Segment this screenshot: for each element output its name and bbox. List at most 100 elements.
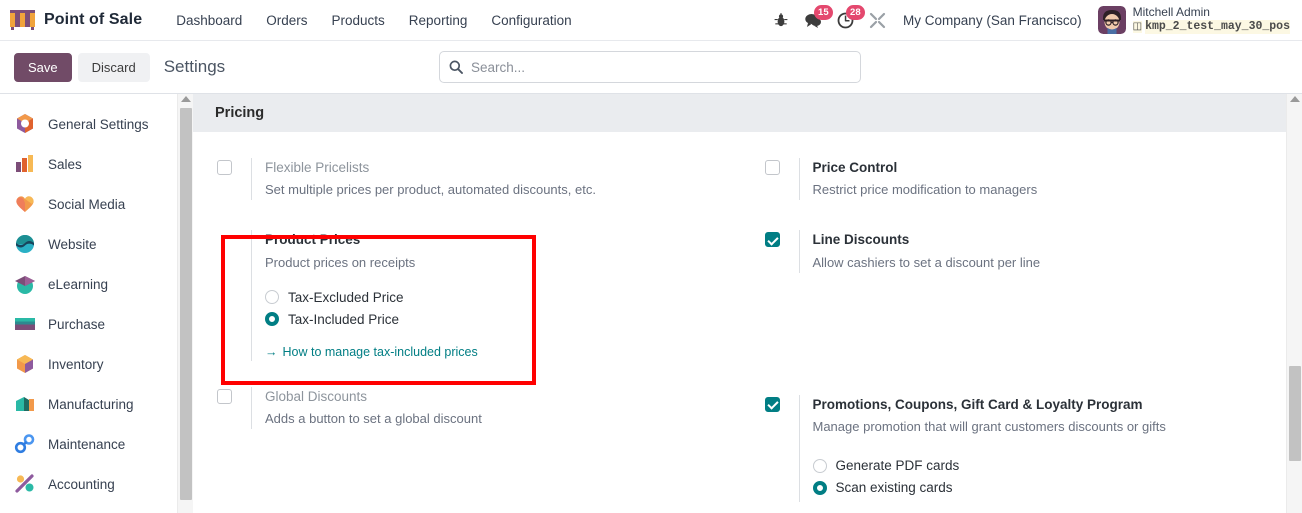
settings-grid-row-1: Flexible Pricelists Set multiple prices … xyxy=(193,158,1302,513)
setting-body: Flexible Pricelists Set multiple prices … xyxy=(251,158,751,201)
setting-description: Allow cashiers to set a discount per lin… xyxy=(812,254,1041,270)
sidebar-item-general-settings[interactable]: General Settings xyxy=(0,104,177,144)
checkbox-wrap xyxy=(764,230,799,248)
settings-col-right: Price Control Restrict price modificatio… xyxy=(751,158,1285,513)
settings-content: Pricing Flexible Pricelists Set multiple… xyxy=(193,94,1302,513)
sidebar-scrollbar[interactable] xyxy=(177,94,193,513)
user-menu[interactable]: Mitchell Admin ◫ kmp_2_test_may_30_pos xyxy=(1092,4,1294,36)
setting-description: Manage promotion that will grant custome… xyxy=(812,419,1166,435)
setting-description: Adds a button to set a global discount xyxy=(265,411,482,427)
activities-clock-icon[interactable]: 28 xyxy=(829,4,865,36)
setting-description: Restrict price modification to managers xyxy=(812,182,1038,198)
social-media-icon xyxy=(16,196,34,212)
flexible-pricelists-checkbox[interactable] xyxy=(217,160,232,175)
setting-flexible-pricelists: Flexible Pricelists Set multiple prices … xyxy=(217,158,751,201)
nav-links: Dashboard Orders Products Reporting Conf… xyxy=(164,7,583,34)
global-discounts-checkbox[interactable] xyxy=(217,388,232,404)
price-control-checkbox[interactable] xyxy=(764,160,780,175)
nav-link-configuration[interactable]: Configuration xyxy=(479,7,583,34)
bug-icon[interactable] xyxy=(765,4,797,36)
setting-price-control: Price Control Restrict price modificatio… xyxy=(764,158,1285,201)
radio-label: Tax-Excluded Price xyxy=(288,289,404,305)
purchase-icon xyxy=(15,318,35,330)
setting-global-discounts: Global Discounts Adds a button to set a … xyxy=(217,386,751,430)
checkbox-wrap xyxy=(217,230,251,232)
section-title-pricing: Pricing xyxy=(193,94,1302,132)
checkbox-wrap xyxy=(764,158,799,175)
setting-title: Promotions, Coupons, Gift Card & Loyalty… xyxy=(812,396,1143,412)
radio-row-tax-excluded[interactable]: Tax-Excluded Price xyxy=(265,290,751,305)
sidebar-item-inventory[interactable]: Inventory xyxy=(0,344,177,384)
setting-description: Product prices on receipts xyxy=(265,254,416,270)
save-button[interactable]: Save xyxy=(14,52,72,82)
tax-included-radio[interactable] xyxy=(265,312,279,327)
setting-title: Flexible Pricelists xyxy=(265,160,370,175)
sidebar-item-accounting[interactable]: Accounting xyxy=(0,464,177,504)
promotions-checkbox[interactable] xyxy=(764,396,780,412)
nav-link-orders[interactable]: Orders xyxy=(254,7,319,34)
setting-body: Promotions, Coupons, Gift Card & Loyalty… xyxy=(798,394,1285,503)
radio-label: Scan existing cards xyxy=(835,480,953,496)
checkbox-wrap xyxy=(217,387,251,404)
nav-link-products[interactable]: Products xyxy=(320,7,397,34)
sidebar-item-purchase[interactable]: Purchase xyxy=(0,304,177,344)
database-name: kmp_2_test_may_30_pos xyxy=(1145,20,1290,34)
sidebar-item-manufacturing[interactable]: Manufacturing xyxy=(0,384,177,424)
elearning-icon xyxy=(15,276,35,294)
maintenance-icon xyxy=(14,434,35,454)
sidebar-label: Sales xyxy=(48,156,82,172)
settings-sidebar: General Settings Sales Social Media Webs… xyxy=(0,94,177,513)
sidebar-item-elearning[interactable]: eLearning xyxy=(0,264,177,304)
search-input[interactable]: Search... xyxy=(439,51,861,83)
sidebar-item-sales[interactable]: Sales xyxy=(0,144,177,184)
scan-existing-cards-radio[interactable] xyxy=(812,480,827,495)
pos-shop-awning-icon xyxy=(10,9,35,30)
sidebar-item-website[interactable]: Website xyxy=(0,224,177,264)
setting-line-discounts: Line Discounts Allow cashiers to set a d… xyxy=(764,230,1285,273)
setting-title: Global Discounts xyxy=(265,388,368,404)
content-scrollbar-thumb[interactable] xyxy=(1289,366,1301,461)
sidebar-label: Maintenance xyxy=(48,436,126,452)
inventory-icon xyxy=(17,355,33,373)
tools-icon[interactable] xyxy=(861,4,893,36)
brand-home-link[interactable]: Point of Sale xyxy=(10,9,143,31)
discard-button[interactable]: Discard xyxy=(77,52,150,82)
radio-row-scan-existing-cards[interactable]: Scan existing cards xyxy=(812,480,1285,496)
scroll-up-arrow-icon[interactable] xyxy=(1289,96,1300,102)
nav-link-dashboard[interactable]: Dashboard xyxy=(164,7,254,34)
sales-icon xyxy=(16,155,33,172)
setting-body: Global Discounts Adds a button to set a … xyxy=(251,386,751,430)
company-selector[interactable]: My Company (San Francisco) xyxy=(893,7,1092,34)
setting-title: Price Control xyxy=(812,160,898,175)
setting-title: Line Discounts xyxy=(812,232,910,248)
sidebar-scrollbar-thumb[interactable] xyxy=(180,108,192,500)
radio-row-generate-pdf-cards[interactable]: Generate PDF cards xyxy=(812,458,1285,473)
radio-row-tax-included[interactable]: Tax-Included Price xyxy=(265,312,751,327)
sidebar-item-maintenance[interactable]: Maintenance xyxy=(0,424,177,464)
accounting-icon xyxy=(15,474,34,493)
setting-body: Line Discounts Allow cashiers to set a d… xyxy=(798,230,1285,273)
arrow-right-icon: → xyxy=(265,344,278,359)
setting-body: Product Prices Product prices on receipt… xyxy=(251,230,751,361)
tax-excluded-radio[interactable] xyxy=(265,290,279,305)
page-title: Settings xyxy=(163,57,226,76)
promotions-radio-group: Generate PDF cards Scan existing cards xyxy=(812,458,1285,496)
tax-included-doc-link[interactable]: → How to manage tax-included prices xyxy=(265,345,478,359)
user-name: Mitchell Admin xyxy=(1132,5,1210,20)
generate-pdf-cards-radio[interactable] xyxy=(812,458,827,473)
sidebar-label: General Settings xyxy=(48,116,149,132)
line-discounts-checkbox[interactable] xyxy=(764,232,780,248)
navbar-right-area: 15 28 My Company (San Francisco) Mitchel… xyxy=(765,4,1294,36)
setting-product-prices: Product Prices Product prices on receipt… xyxy=(217,230,751,361)
sidebar-label: Purchase xyxy=(48,316,106,332)
scroll-up-arrow-icon[interactable] xyxy=(180,96,191,102)
sidebar-item-social-media[interactable]: Social Media xyxy=(0,184,177,224)
messages-icon[interactable]: 15 xyxy=(797,4,833,36)
brand-name: Point of Sale xyxy=(44,11,143,28)
content-scrollbar[interactable] xyxy=(1286,94,1302,513)
body-wrapper: General Settings Sales Social Media Webs… xyxy=(0,94,1302,513)
nav-link-reporting[interactable]: Reporting xyxy=(397,7,480,34)
sidebar-label: Inventory xyxy=(48,356,104,372)
search-placeholder: Search... xyxy=(471,59,526,75)
sidebar-label: Website xyxy=(48,236,97,252)
